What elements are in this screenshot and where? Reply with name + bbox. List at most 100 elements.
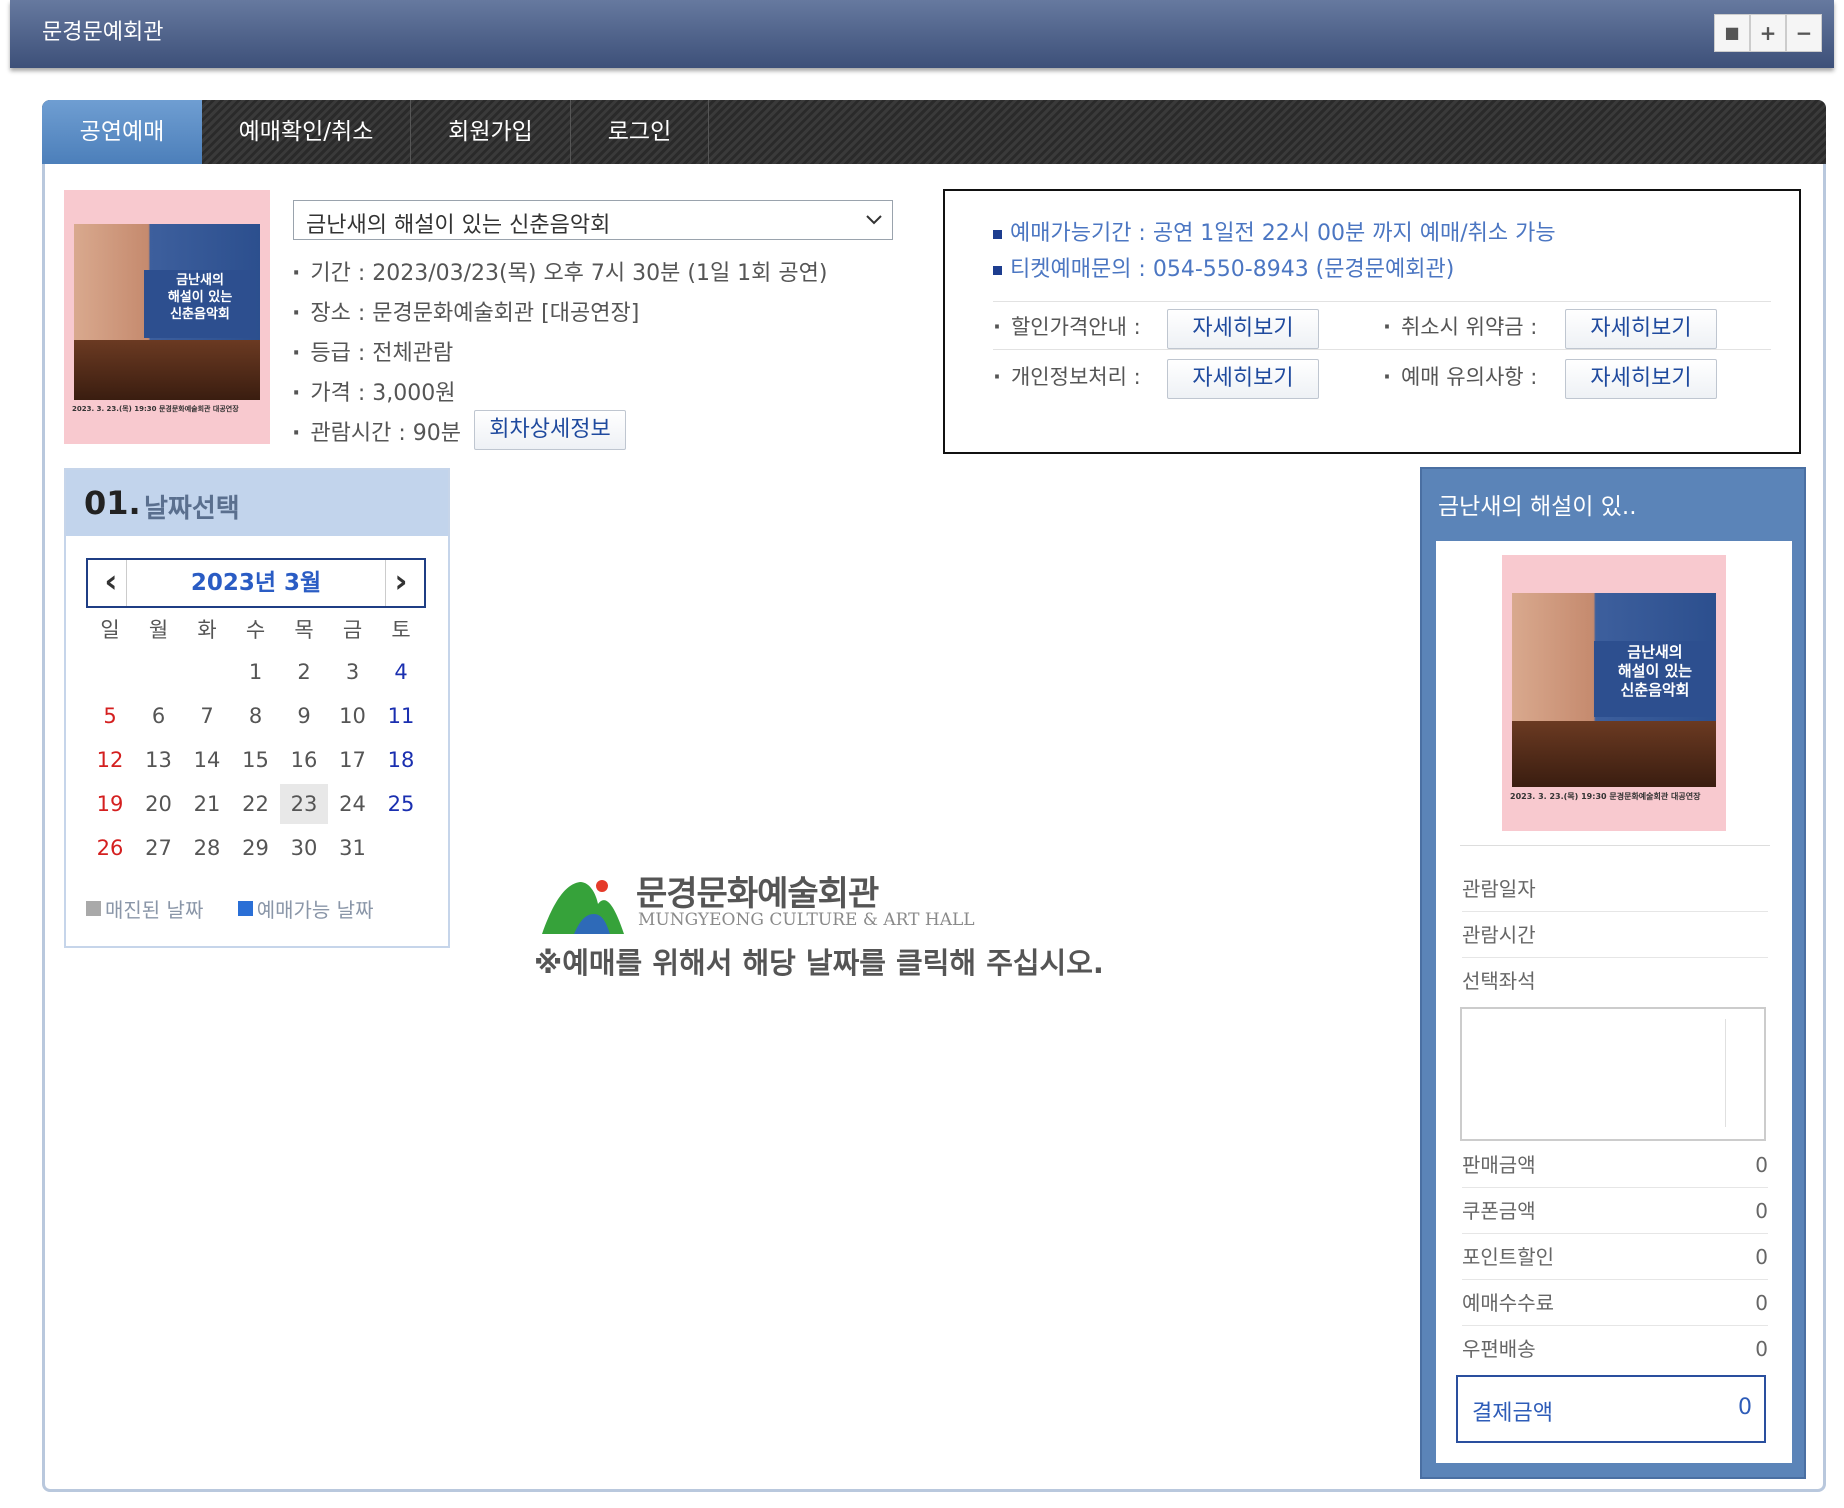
detail-venue: 장소 : 문경문화예술회관 [대공연장] [292, 294, 827, 334]
summary-divider [1460, 845, 1770, 846]
stop-button[interactable]: ■ [1714, 14, 1750, 52]
calendar-day[interactable]: 1 [232, 652, 280, 692]
summary-body: 금난새의 해설이 있는 신춘음악회 2023. 3. 23.(목) 19:30 … [1436, 541, 1792, 1463]
summary-poster-date: 2023. 3. 23.(목) 19:30 문경문화예술회관 대공연장 [1510, 792, 1701, 801]
calendar-day[interactable]: 24 [329, 784, 377, 824]
weekday-header: 목 [294, 618, 314, 642]
summary-title: 금난새의 해설이 있.. [1438, 494, 1637, 520]
tab-login[interactable]: 로그인 [571, 100, 709, 164]
next-month-button[interactable]: › [385, 560, 416, 606]
point-discount-row: 포인트할인 0 [1462, 1235, 1768, 1280]
tab-check-cancel[interactable]: 예매확인/취소 [202, 100, 411, 164]
weekday-header: 월 [148, 618, 169, 642]
calendar-day[interactable]: 15 [232, 740, 280, 780]
booking-fee-row: 예매수수료 0 [1462, 1281, 1768, 1326]
coupon-amount-row: 쿠폰금액 0 [1462, 1189, 1768, 1234]
session-detail-button[interactable]: 회차상세정보 [474, 410, 626, 450]
title-bar: 문경문예회관 ■ + − [10, 0, 1834, 68]
summary-panel: 금난새의 해설이 있.. 금난새의 해설이 있는 신춘음악회 2023. 3. … [1420, 467, 1806, 1479]
available-swatch [237, 901, 253, 916]
sold-out-legend: 매진된 날짜 [105, 898, 204, 922]
calendar-day[interactable]: 18 [377, 740, 425, 780]
calendar-day[interactable]: 21 [183, 784, 231, 824]
zoom-out-button[interactable]: − [1786, 14, 1822, 52]
calendar-day[interactable]: 2 [280, 652, 328, 692]
penalty-label: 취소시 위약금 : [1383, 311, 1537, 341]
zoom-in-button[interactable]: + [1750, 14, 1786, 52]
window-controls: ■ + − [1714, 14, 1822, 52]
calendar-day[interactable]: 27 [135, 828, 183, 868]
weekday-header: 일 [100, 618, 120, 642]
calendar-day[interactable]: 17 [329, 740, 377, 780]
detail-rating: 등급 : 전체관람 [292, 334, 827, 374]
poster-orchestra [74, 340, 260, 400]
view-time-row: 관람시간 [1462, 913, 1768, 958]
weekday-header: 화 [197, 618, 217, 642]
info-divider [993, 301, 1771, 302]
square-bullet-icon [993, 265, 1002, 275]
calendar-day[interactable]: 25 [377, 784, 425, 824]
tab-booking[interactable]: 공연예매 [42, 100, 202, 164]
total-amount-label: 결제금액 [1472, 1401, 1553, 1426]
calendar-day[interactable]: 13 [135, 740, 183, 780]
calendar-day[interactable]: 20 [135, 784, 183, 824]
weekday-header: 금 [342, 618, 363, 642]
total-amount-value: 0 [1738, 1395, 1752, 1420]
selected-seat-list[interactable] [1460, 1007, 1766, 1141]
info-line-period: 예매가능기간 : 공연 1일전 22시 00분 까지 예매/취소 가능 [993, 215, 1556, 247]
calendar-day[interactable]: 3 [329, 652, 377, 692]
calendar-day[interactable]: 4 [377, 652, 425, 692]
calendar-day[interactable]: 19 [86, 784, 134, 824]
info-line-contact: 티켓예매문의 : 054-550-8943 (문경문예회관) [993, 251, 1454, 283]
calendar-day[interactable]: 6 [135, 696, 183, 736]
poster-title: 금난새의 해설이 있는 신춘음악회 [144, 270, 256, 338]
show-select[interactable]: 금난새의 해설이 있는 신춘음악회 [293, 200, 893, 240]
selected-seat-row: 선택좌석 [1462, 969, 1536, 993]
detail-period: 기간 : 2023/03/23(목) 오후 7시 30분 (1일 1회 공연) [292, 254, 827, 294]
info-box: 예매가능기간 : 공연 1일전 22시 00분 까지 예매/취소 가능 티켓예매… [943, 189, 1801, 454]
date-select-panel: 01. 날짜선택 ‹ 2023년 3월 › 일 월 화 수 목 금 토 1 2 3 4 5 6 7 8 9 10… [64, 468, 450, 948]
discount-detail-button[interactable]: 자세히보기 [1167, 309, 1319, 349]
hall-logo-title: 문경문화예술회관 [636, 874, 879, 914]
calendar-day[interactable]: 12 [86, 740, 134, 780]
calendar-day[interactable]: 16 [280, 740, 328, 780]
calendar-day[interactable]: 7 [183, 696, 231, 736]
calendar-day[interactable]: 30 [280, 828, 328, 868]
calendar-grid: 일 월 화 수 목 금 토 1 2 3 4 5 6 7 8 9 10 11 12 13 14 15 16 17 18 19 20 21… [86, 610, 426, 880]
privacy-label: 개인정보처리 : [993, 361, 1141, 391]
notice-label: 예매 유의사항 : [1383, 361, 1537, 391]
tab-signup[interactable]: 회원가입 [411, 100, 571, 164]
weekday-header: 수 [245, 618, 266, 642]
calendar-day[interactable]: 28 [183, 828, 231, 868]
summary-poster-title: 금난새의 해설이 있는 신춘음악회 [1594, 641, 1716, 717]
calendar-day[interactable]: 9 [280, 696, 328, 736]
seat-list-scrollbar[interactable] [1725, 1019, 1726, 1127]
view-date-row: 관람일자 [1462, 867, 1768, 912]
notice-detail-button[interactable]: 자세히보기 [1565, 359, 1717, 399]
calendar-day[interactable]: 8 [232, 696, 280, 736]
poster-date: 2023. 3. 23.(목) 19:30 문경문화예술회관 대공연장 [72, 405, 239, 413]
sale-amount-row: 판매금액 0 [1462, 1143, 1768, 1188]
calendar-day[interactable]: 26 [86, 828, 134, 868]
postal-delivery-row: 우편배송 0 [1462, 1337, 1768, 1361]
step-number: 01. [84, 484, 141, 522]
calendar-legend: 매진된 날짜 예매가능 날짜 [86, 894, 373, 923]
calendar-day[interactable]: 23 [280, 784, 328, 824]
info-divider [993, 349, 1771, 350]
prev-month-button[interactable]: ‹ [96, 560, 127, 606]
total-amount-box: 결제금액 0 [1456, 1375, 1766, 1443]
calendar-day[interactable]: 31 [329, 828, 377, 868]
calendar-day[interactable]: 11 [377, 696, 425, 736]
available-legend: 예매가능 날짜 [256, 898, 374, 922]
calendar-day[interactable]: 22 [232, 784, 280, 824]
privacy-detail-button[interactable]: 자세히보기 [1167, 359, 1319, 399]
calendar-day[interactable]: 14 [183, 740, 231, 780]
booking-notice: ※예매를 위해서 해당 날짜를 클릭해 주십시오. [534, 946, 1104, 980]
penalty-detail-button[interactable]: 자세히보기 [1565, 309, 1717, 349]
show-poster: 금난새의 해설이 있는 신춘음악회 2023. 3. 23.(목) 19:30 … [64, 190, 270, 444]
calendar-day[interactable]: 29 [232, 828, 280, 868]
sold-out-swatch [86, 901, 101, 916]
calendar-day[interactable]: 5 [86, 696, 134, 736]
calendar-day[interactable]: 10 [329, 696, 377, 736]
tab-bar: 공연예매 예매확인/취소 회원가입 로그인 [42, 100, 1826, 164]
